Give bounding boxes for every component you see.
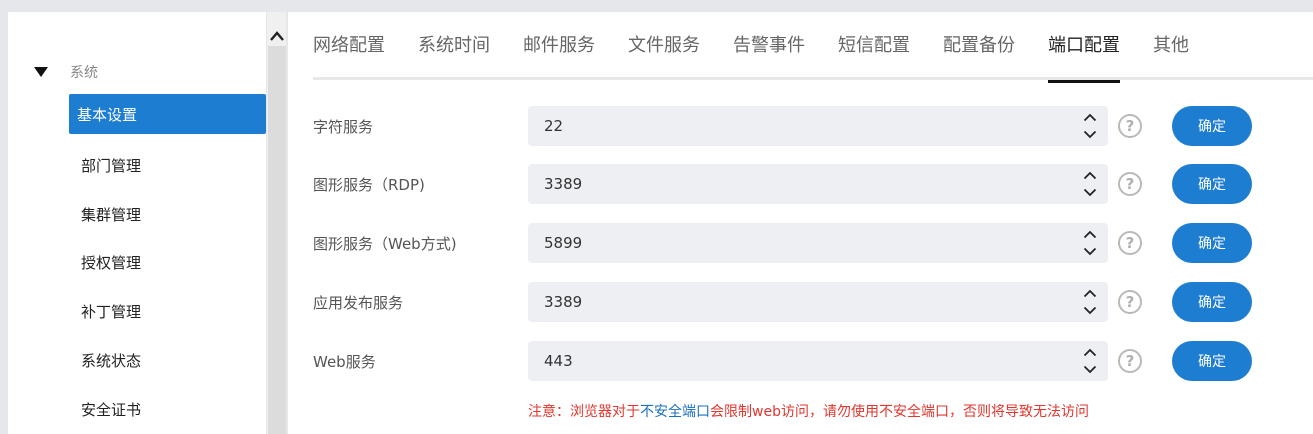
increment-icon[interactable] xyxy=(1082,286,1098,300)
increment-icon[interactable] xyxy=(1082,168,1098,182)
port-row: 应用发布服务 ? 确定 xyxy=(288,282,1313,322)
main-panel: 网络配置 系统时间 邮件服务 文件服务 告警事件 短信配置 配置备份 端口配置 … xyxy=(288,12,1313,434)
sidebar-item-system-status[interactable]: 系统状态 xyxy=(69,340,266,380)
increment-icon[interactable] xyxy=(1082,110,1098,124)
tab-mail[interactable]: 邮件服务 xyxy=(523,32,595,80)
decrement-icon[interactable] xyxy=(1082,185,1098,199)
scroll-up-button[interactable] xyxy=(267,26,287,46)
port-row: 字符服务 ? 确定 xyxy=(288,106,1313,146)
port-input-wrapper xyxy=(528,106,1108,146)
confirm-button[interactable]: 确定 xyxy=(1172,223,1252,263)
decrement-icon[interactable] xyxy=(1082,362,1098,376)
tab-file[interactable]: 文件服务 xyxy=(628,32,700,80)
decrement-icon[interactable] xyxy=(1082,244,1098,258)
notice-prefix: 注意：浏览器对于 xyxy=(528,404,640,420)
tab-other[interactable]: 其他 xyxy=(1153,32,1189,80)
help-icon[interactable]: ? xyxy=(1118,114,1142,138)
tab-network[interactable]: 网络配置 xyxy=(313,32,385,80)
sidebar-item-cluster[interactable]: 集群管理 xyxy=(69,194,266,234)
confirm-button[interactable]: 确定 xyxy=(1172,164,1252,204)
tab-alarm[interactable]: 告警事件 xyxy=(733,32,805,80)
increment-icon[interactable] xyxy=(1082,227,1098,241)
port-label: Web服务 xyxy=(313,353,376,371)
chevron-up-icon xyxy=(270,31,284,41)
sidebar-item-department[interactable]: 部门管理 xyxy=(69,145,266,185)
caret-down-icon xyxy=(34,67,48,77)
scroll-thumb[interactable] xyxy=(268,46,286,434)
port-row: 图形服务（Web方式) ? 确定 xyxy=(288,223,1313,263)
port-input[interactable] xyxy=(528,106,1068,146)
port-label: 字符服务 xyxy=(313,118,374,136)
sidebar-scrollbar[interactable] xyxy=(266,12,286,434)
sidebar: 系统 基本设置 部门管理 集群管理 授权管理 补丁管理 系统状态 安全证书 xyxy=(8,12,266,434)
port-label: 图形服务（Web方式) xyxy=(313,235,457,253)
confirm-button[interactable]: 确定 xyxy=(1172,106,1252,146)
decrement-icon[interactable] xyxy=(1082,127,1098,141)
help-icon[interactable]: ? xyxy=(1118,290,1142,314)
sidebar-item-basic-settings[interactable]: 基本设置 xyxy=(69,94,266,134)
sidebar-item-patch[interactable]: 补丁管理 xyxy=(69,291,266,331)
notice-suffix: 会限制web访问，请勿使用不安全端口，否则将导致无法访问 xyxy=(710,404,1089,420)
tab-system-time[interactable]: 系统时间 xyxy=(418,32,490,80)
confirm-button[interactable]: 确定 xyxy=(1172,341,1252,381)
tab-backup[interactable]: 配置备份 xyxy=(943,32,1015,80)
warning-notice: 注意：浏览器对于不安全端口会限制web访问，请勿使用不安全端口，否则将导致无法访… xyxy=(528,401,1089,421)
port-row: 图形服务（RDP) ? 确定 xyxy=(288,164,1313,204)
help-icon[interactable]: ? xyxy=(1118,172,1142,196)
port-label: 应用发布服务 xyxy=(313,294,404,312)
sidebar-item-certificate[interactable]: 安全证书 xyxy=(69,389,266,429)
increment-icon[interactable] xyxy=(1082,345,1098,359)
confirm-button[interactable]: 确定 xyxy=(1172,282,1252,322)
top-strip xyxy=(0,0,1313,10)
tab-bar: 网络配置 系统时间 邮件服务 文件服务 告警事件 短信配置 配置备份 端口配置 … xyxy=(313,12,1313,83)
port-input[interactable] xyxy=(528,164,1068,204)
port-input-wrapper xyxy=(528,223,1108,263)
port-input-wrapper xyxy=(528,341,1108,381)
tab-port-config[interactable]: 端口配置 xyxy=(1048,32,1120,83)
port-row: Web服务 ? 确定 xyxy=(288,341,1313,381)
sidebar-group-label: 系统 xyxy=(70,65,98,81)
port-input[interactable] xyxy=(528,223,1068,263)
decrement-icon[interactable] xyxy=(1082,303,1098,317)
port-input[interactable] xyxy=(528,341,1068,381)
port-input-wrapper xyxy=(528,164,1108,204)
help-icon[interactable]: ? xyxy=(1118,349,1142,373)
port-input[interactable] xyxy=(528,282,1068,322)
tab-sms[interactable]: 短信配置 xyxy=(838,32,910,80)
sidebar-group-system[interactable]: 系统 xyxy=(34,60,98,84)
sidebar-item-license[interactable]: 授权管理 xyxy=(69,242,266,282)
port-input-wrapper xyxy=(528,282,1108,322)
help-icon[interactable]: ? xyxy=(1118,231,1142,255)
port-label: 图形服务（RDP) xyxy=(313,176,425,194)
unsafe-ports-link[interactable]: 不安全端口 xyxy=(640,404,710,420)
